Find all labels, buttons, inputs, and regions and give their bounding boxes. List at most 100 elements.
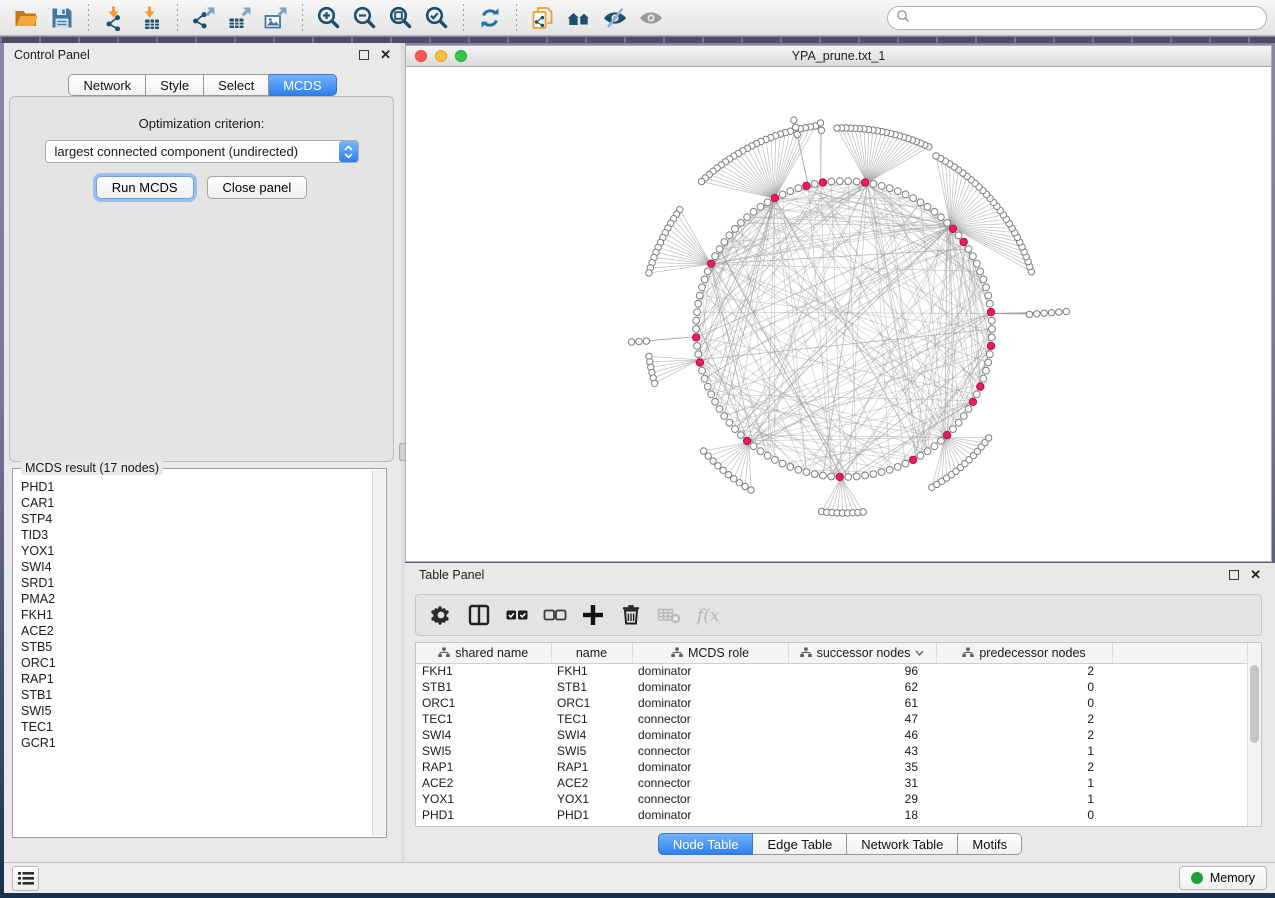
- mcds-result-item[interactable]: STP4: [21, 511, 372, 527]
- column-header-predecessor-nodes[interactable]: predecessor nodes: [936, 643, 1112, 663]
- tab-mcds[interactable]: MCDS: [269, 74, 336, 96]
- mcds-result-item[interactable]: FKH1: [21, 607, 372, 623]
- table-row[interactable]: SWI4SWI4dominator462: [416, 727, 1247, 743]
- mcds-result-item[interactable]: STB1: [21, 687, 372, 703]
- mcds-result-item[interactable]: ORC1: [21, 655, 372, 671]
- search-box[interactable]: [887, 6, 1267, 30]
- network-view-titlebar: YPA_prune.txt_1: [406, 46, 1271, 67]
- main-toolbar: [0, 0, 1275, 36]
- status-bar: Memory: [4, 862, 1275, 893]
- close-panel-button[interactable]: Close panel: [207, 176, 308, 199]
- zoom-fit-content-button[interactable]: [386, 4, 416, 32]
- memory-button[interactable]: Memory: [1179, 866, 1267, 890]
- show-all-button[interactable]: [636, 4, 666, 32]
- mcds-result-item[interactable]: PHD1: [21, 479, 372, 495]
- mcds-result-item[interactable]: RAP1: [21, 671, 372, 687]
- open-session-button[interactable]: [11, 4, 41, 32]
- control-panel: Control Panel ✕ NetworkStyleSelectMCDS O…: [4, 43, 401, 862]
- select-all-button[interactable]: [500, 599, 534, 631]
- tab-network-table[interactable]: Network Table: [847, 833, 958, 855]
- table-scrollbar[interactable]: [1247, 643, 1261, 826]
- apply-preferred-layout-icon: [477, 5, 503, 31]
- share-document-button[interactable]: [528, 4, 558, 32]
- network-canvas[interactable]: [406, 67, 1271, 561]
- column-header-name[interactable]: name: [551, 643, 632, 663]
- export-network-icon: [191, 5, 217, 31]
- first-neighbors-button[interactable]: [564, 4, 594, 32]
- tab-network[interactable]: Network: [68, 74, 146, 96]
- delete-column-icon: [618, 602, 644, 628]
- shared-column-icon: [438, 647, 450, 658]
- mcds-result-item[interactable]: ACE2: [21, 623, 372, 639]
- table-header-row: shared namenameMCDS rolesuccessor nodesp…: [416, 643, 1247, 663]
- close-table-panel-icon[interactable]: ✕: [1250, 570, 1261, 580]
- close-panel-icon[interactable]: ✕: [380, 50, 391, 60]
- open-session-icon: [13, 5, 39, 31]
- criterion-dropdown[interactable]: largest connected component (undirected): [45, 140, 359, 163]
- column-header-filler: [1112, 643, 1247, 663]
- import-network-icon: [102, 5, 128, 31]
- table-row[interactable]: STB1STB1dominator620: [416, 679, 1247, 695]
- mcds-result-item[interactable]: TID3: [21, 527, 372, 543]
- column-header-MCDS-role[interactable]: MCDS role: [632, 643, 788, 663]
- table-row[interactable]: PHD1PHD1dominator180: [416, 807, 1247, 823]
- import-table-button[interactable]: [136, 4, 166, 32]
- settings-button[interactable]: [424, 599, 458, 631]
- list-icon: [18, 871, 34, 886]
- mcds-result-item[interactable]: CAR1: [21, 495, 372, 511]
- mcds-result-item[interactable]: STB5: [21, 639, 372, 655]
- toolbar-separator: [177, 4, 178, 32]
- export-table-button[interactable]: [225, 4, 255, 32]
- network-view-title: YPA_prune.txt_1: [406, 49, 1271, 63]
- export-network-button[interactable]: [189, 4, 219, 32]
- mcds-result-list: PHD1CAR1STP4TID3YOX1SWI4SRD1PMA2FKH1ACE2…: [14, 470, 372, 836]
- search-input[interactable]: [910, 11, 1258, 25]
- svg-text:f(x): f(x): [695, 606, 720, 626]
- task-history-button[interactable]: [12, 866, 39, 891]
- import-network-button[interactable]: [100, 4, 130, 32]
- apply-preferred-layout-button[interactable]: [475, 4, 505, 32]
- tab-motifs[interactable]: Motifs: [958, 833, 1022, 855]
- tab-style[interactable]: Style: [146, 74, 204, 96]
- add-column-button[interactable]: [576, 599, 610, 631]
- table-row[interactable]: YOX1YOX1connector291: [416, 791, 1247, 807]
- delete-column-button[interactable]: [614, 599, 648, 631]
- control-panel-titlebar: Control Panel ✕: [4, 43, 401, 67]
- table-row[interactable]: ACE2ACE2connector311: [416, 775, 1247, 791]
- zoom-out-button[interactable]: [350, 4, 380, 32]
- mcds-result-item[interactable]: SRD1: [21, 575, 372, 591]
- table-row[interactable]: TEC1TEC1connector472: [416, 711, 1247, 727]
- mcds-result-item[interactable]: YOX1: [21, 543, 372, 559]
- mcds-result-item[interactable]: TEC1: [21, 719, 372, 735]
- save-session-icon: [49, 5, 75, 31]
- column-header-shared-name[interactable]: shared name: [416, 643, 551, 663]
- tab-node-table[interactable]: Node Table: [658, 833, 754, 855]
- mcds-result-item[interactable]: SWI5: [21, 703, 372, 719]
- mcds-result-item[interactable]: PMA2: [21, 591, 372, 607]
- run-mcds-button[interactable]: Run MCDS: [96, 176, 194, 199]
- table-scrollbar-thumb[interactable]: [1250, 665, 1259, 743]
- table-row[interactable]: ORC1ORC1dominator610: [416, 695, 1247, 711]
- toolbar-separator: [463, 4, 464, 32]
- mcds-result-item[interactable]: GCR1: [21, 735, 372, 751]
- deselect-all-icon: [542, 602, 568, 628]
- table-row[interactable]: FKH1FKH1dominator962: [416, 663, 1247, 679]
- zoom-selected-button[interactable]: [422, 4, 452, 32]
- float-table-panel-icon[interactable]: [1229, 570, 1239, 580]
- mcds-result-item[interactable]: SWI4: [21, 559, 372, 575]
- float-panel-icon[interactable]: [359, 50, 369, 60]
- tab-select[interactable]: Select: [204, 74, 269, 96]
- network-graph[interactable]: [406, 67, 1270, 561]
- split-view-button[interactable]: [462, 599, 496, 631]
- search-icon: [896, 9, 910, 26]
- table-row[interactable]: SWI5SWI5connector431: [416, 743, 1247, 759]
- column-header-successor-nodes[interactable]: successor nodes: [788, 643, 936, 663]
- table-row[interactable]: RAP1RAP1dominator352: [416, 759, 1247, 775]
- zoom-in-button[interactable]: [314, 4, 344, 32]
- tab-edge-table[interactable]: Edge Table: [753, 833, 847, 855]
- export-image-button[interactable]: [261, 4, 291, 32]
- deselect-all-button[interactable]: [538, 599, 572, 631]
- mcds-list-scrollbar[interactable]: [372, 470, 385, 836]
- hide-selected-button[interactable]: [600, 4, 630, 32]
- save-session-button[interactable]: [47, 4, 77, 32]
